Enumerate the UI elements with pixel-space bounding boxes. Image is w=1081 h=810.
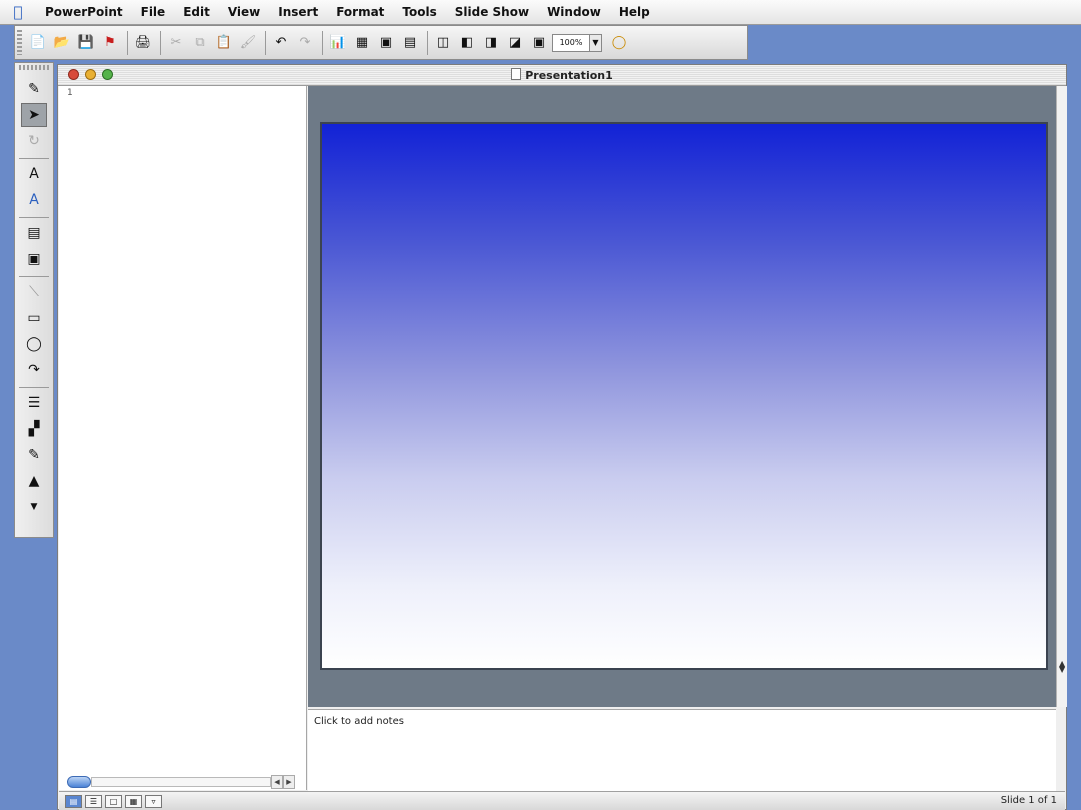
insert-clip-icon[interactable]: ▤ [21,221,47,245]
insert-table-icon[interactable]: ▦ [351,32,373,54]
paste-icon[interactable]: 📋 [213,32,235,54]
new-slide-icon[interactable]: ◫ [432,32,454,54]
new-presentation-icon[interactable]: 📄 [27,32,49,54]
rotate-icon[interactable]: ↻ [21,129,47,153]
menu-window[interactable]: Window [538,5,610,19]
scroll-left-icon[interactable]: ◀ [271,775,283,789]
scroll-right-icon[interactable]: ▶ [283,775,295,789]
document-icon [511,68,522,80]
toolbar-separator [160,30,161,55]
insert-image-icon[interactable]: ▣ [21,247,47,271]
drawing-separator [19,276,49,277]
menu-insert[interactable]: Insert [269,5,327,19]
window-titlebar[interactable]: Presentation1 [58,65,1066,86]
cut-icon[interactable]: ✂ [165,32,187,54]
open-icon[interactable]: 📂 [51,32,73,54]
menu-format[interactable]: Format [327,5,393,19]
toolbar-separator [265,30,266,55]
undo-icon[interactable]: ↶ [270,32,292,54]
insert-textbox-icon[interactable]: ▤ [399,32,421,54]
drawing-separator [19,387,49,388]
print-icon[interactable]: 🖨 [132,32,154,54]
menu-tools[interactable]: Tools [393,5,445,19]
connectors-icon[interactable]: ↷ [21,358,47,382]
slide-layout-icon[interactable]: ◧ [456,32,478,54]
slide-show-view-button[interactable]: ▿ [145,794,162,808]
select-arrow-icon[interactable]: ➤ [21,103,47,127]
fill-color-icon[interactable]: ▞ [21,417,47,441]
font-color-icon[interactable]: ▲ [21,469,47,493]
slide-vertical-scrollbar[interactable]: ▲ ▼ [1056,86,1067,707]
help-icon[interactable]: ◯ [608,32,630,54]
notes-placeholder[interactable]: Click to add notes [314,716,404,727]
slide-design-icon[interactable]: ◨ [480,32,502,54]
slide-position-status: Slide 1 of 1 [1000,795,1057,806]
toolbar-separator [127,30,128,55]
zoom-field[interactable]: 100% [552,33,590,52]
normal-view-button[interactable]: ▤ [65,794,82,808]
menu-slide-show[interactable]: Slide Show [446,5,538,19]
slide-sorter-view-button[interactable]: ▦ [125,794,142,808]
toolbar-grip[interactable] [17,30,22,55]
text-box-icon[interactable]: A [21,162,47,186]
line-color-icon[interactable]: ✎ [21,443,47,467]
menu-bar:  PowerPoint File Edit View Insert Forma… [0,0,1081,25]
standard-toolbar: 📄 📂 💾 ⚑ 🖨 ✂ ⧉ 📋 🖌 ↶ ↷ 📊 ▦ ▣ ▤ ◫ ◧ ◨ ◪ ▣ … [14,25,748,60]
redo-icon[interactable]: ↷ [294,32,316,54]
window-title: Presentation1 [58,68,1066,82]
insert-picture-icon[interactable]: ▣ [375,32,397,54]
view-buttons-bar: ▤ ☰ □ ▦ ▿ Slide 1 of 1 [59,791,1065,810]
outline-horizontal-scrollbar[interactable]: ◀ ▶ [67,775,295,789]
notes-pane[interactable]: Click to add notes [308,709,1056,791]
drawing-separator [19,217,49,218]
drawing-toolbar: ✎ ➤ ↻ A A ▤ ▣ ⟍ ▭ ◯ ↷ ☰ ▞ ✎ ▲ ▼ [14,62,54,538]
scroll-grip-icon[interactable]: ▲ ▼ [1059,660,1065,674]
copy-icon[interactable]: ⧉ [189,32,211,54]
toolbar-separator [427,30,428,55]
scroll-track[interactable] [91,777,271,787]
wordart-icon[interactable]: A [21,188,47,212]
autoshapes-icon[interactable]: ◯ [21,332,47,356]
drawing-toolbar-grip[interactable] [19,65,49,70]
slide-canvas[interactable] [320,122,1048,670]
zoom-dropdown-icon[interactable]: ▼ [590,33,602,52]
drawing-separator [19,158,49,159]
menu-file[interactable]: File [132,5,175,19]
scroll-thumb[interactable] [67,776,91,788]
menu-edit[interactable]: Edit [174,5,219,19]
rectangle-icon[interactable]: ▭ [21,306,47,330]
line-icon[interactable]: ⟍ [21,280,47,304]
menu-help[interactable]: Help [610,5,659,19]
presentation-window: Presentation1 1 ◀ ▶ ▲ ▼ Click to add note… [57,64,1067,810]
more-tools-icon[interactable]: ▼ [21,495,47,519]
line-style-icon[interactable]: ☰ [21,391,47,415]
outline-slide-marker[interactable]: 1 [67,88,73,98]
insert-chart-icon[interactable]: 📊 [327,32,349,54]
slide-view-button[interactable]: □ [105,794,122,808]
save-icon[interactable]: 💾 [75,32,97,54]
flag-icon[interactable]: ⚑ [99,32,121,54]
toolbar-separator [322,30,323,55]
menu-view[interactable]: View [219,5,269,19]
draw-menu-icon[interactable]: ✎ [21,77,47,101]
outline-pane[interactable]: 1 ◀ ▶ [59,86,307,790]
grayscale-icon[interactable]: ◪ [504,32,526,54]
slide-show-icon[interactable]: ▣ [528,32,550,54]
window-title-text: Presentation1 [525,69,613,82]
format-painter-icon[interactable]: 🖌 [237,32,259,54]
slide-pane [308,86,1056,707]
apple-icon[interactable]:  [0,3,36,21]
outline-view-button[interactable]: ☰ [85,794,102,808]
menu-powerpoint[interactable]: PowerPoint [36,5,132,19]
